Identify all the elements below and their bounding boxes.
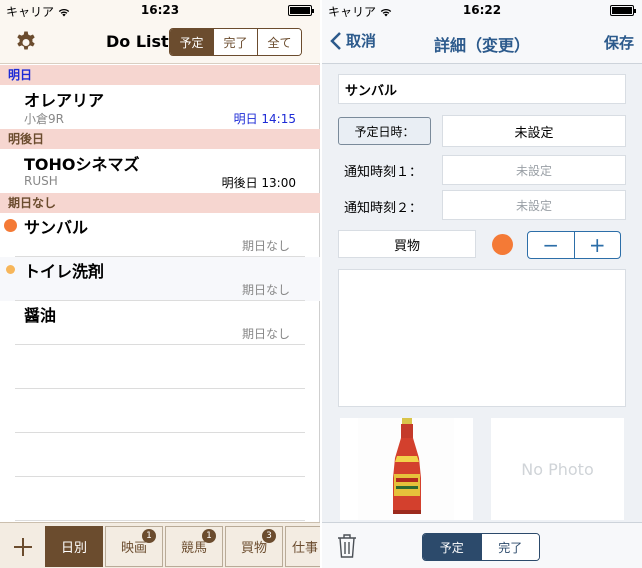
nav-bar: 取消 詳細（変更） 保存 [322,20,642,64]
trash-icon[interactable] [336,533,358,559]
section-header-no-date: 期日なし [0,193,320,213]
section-header-day-after: 明後日 [0,129,320,149]
item-subtitle: RUSH [24,174,58,188]
sauce-bottle-photo [358,418,454,520]
item-name: サンバル [24,218,89,237]
item-name-input[interactable]: サンバル [338,74,626,104]
detail-edit-screen: キャリア 16:22 取消 詳細（変更） 保存 サンバル 予定日時： 未設定 通… [322,0,642,568]
item-due: 期日なし [241,239,290,253]
decrement-button[interactable]: − [528,232,575,258]
list-item[interactable]: オレアリア 小倉9R 明日 14:15 [0,85,320,129]
notify-time-2-value[interactable]: 未設定 [442,190,626,220]
segment-scheduled[interactable]: 予定 [423,534,481,560]
item-due: 期日なし [241,283,290,297]
bottom-toolbar: 予定 完了 [322,522,642,568]
status-bar: キャリア 16:22 [322,0,642,20]
item-name: オレアリア [24,91,105,110]
priority-dot [4,219,17,232]
count-badge: 1 [142,529,156,543]
item-name: 醤油 [24,306,57,325]
count-badge: 1 [202,529,216,543]
item-due: 期日なし [241,327,290,341]
list-item[interactable]: トイレ洗剤 期日なし [0,257,320,301]
status-time: 16:22 [462,3,502,17]
tab-daily[interactable]: 日別 [45,526,103,567]
photo-slot-1[interactable] [340,418,473,520]
list-item[interactable]: 醤油 期日なし [0,301,320,345]
segment-done[interactable]: 完了 [213,29,257,55]
page-title: 詳細（変更） [433,36,530,55]
notify-time-1-value[interactable]: 未設定 [442,155,626,185]
battery-icon [610,5,636,16]
priority-color-dot[interactable] [492,234,513,255]
save-button[interactable]: 保存 [604,32,634,53]
item-name: TOHOシネマズ [24,155,140,174]
row-divider [15,388,305,389]
tab-horse-racing[interactable]: 競馬 1 [165,526,223,567]
do-list-screen: キャリア 16:23 Do List 予定 完了 全て 明日 オレアリア 小倉9… [0,0,320,568]
schedule-date-button[interactable]: 予定日時： [338,117,431,145]
tab-shopping[interactable]: 買物 3 [225,526,283,567]
nav-bar: Do List 予定 完了 全て [0,20,320,64]
row-divider [15,432,305,433]
page-title: Do List [106,32,169,51]
list-item[interactable]: TOHOシネマズ RUSH 明後日 13:00 [0,149,320,193]
increment-button[interactable]: + [575,232,621,258]
row-divider [15,344,305,345]
photo-slot-2[interactable]: No Photo [491,418,624,520]
count-badge: 3 [262,529,276,543]
item-subtitle: 小倉9R [24,112,64,126]
notify-time-1-label: 通知時刻１： [344,165,423,180]
segment-all[interactable]: 全て [257,29,301,55]
gear-icon[interactable] [14,30,38,54]
item-name: トイレ洗剤 [24,262,105,281]
tab-movie[interactable]: 映画 1 [105,526,163,567]
category-tab-bar: 日別 映画 1 競馬 1 買物 3 仕事 [0,522,320,568]
notify-time-2-label: 通知時刻２： [344,201,423,216]
status-segmented-control: 予定 完了 [422,533,540,561]
tab-label: 仕事 [292,541,319,556]
filter-segmented-control: 予定 完了 全て [169,28,302,56]
tab-work[interactable]: 仕事 [285,526,320,567]
memo-textarea[interactable] [338,269,626,407]
segment-scheduled[interactable]: 予定 [170,29,213,55]
tab-label: 日別 [60,541,87,556]
schedule-date-value[interactable]: 未設定 [442,115,626,147]
add-icon[interactable] [6,531,40,563]
list-item[interactable]: サンバル 期日なし [0,213,320,257]
item-due: 明後日 13:00 [221,176,296,190]
category-selector[interactable]: 買物 [338,230,476,258]
row-divider [15,476,305,477]
status-time: 16:23 [140,3,180,17]
battery-icon [288,5,314,16]
section-header-tomorrow: 明日 [0,65,320,85]
priority-stepper: − + [527,231,621,259]
priority-dot [6,265,15,274]
item-due: 明日 14:15 [233,112,296,126]
row-divider [15,520,305,521]
segment-done[interactable]: 完了 [480,534,539,560]
status-bar: キャリア 16:23 [0,0,320,20]
